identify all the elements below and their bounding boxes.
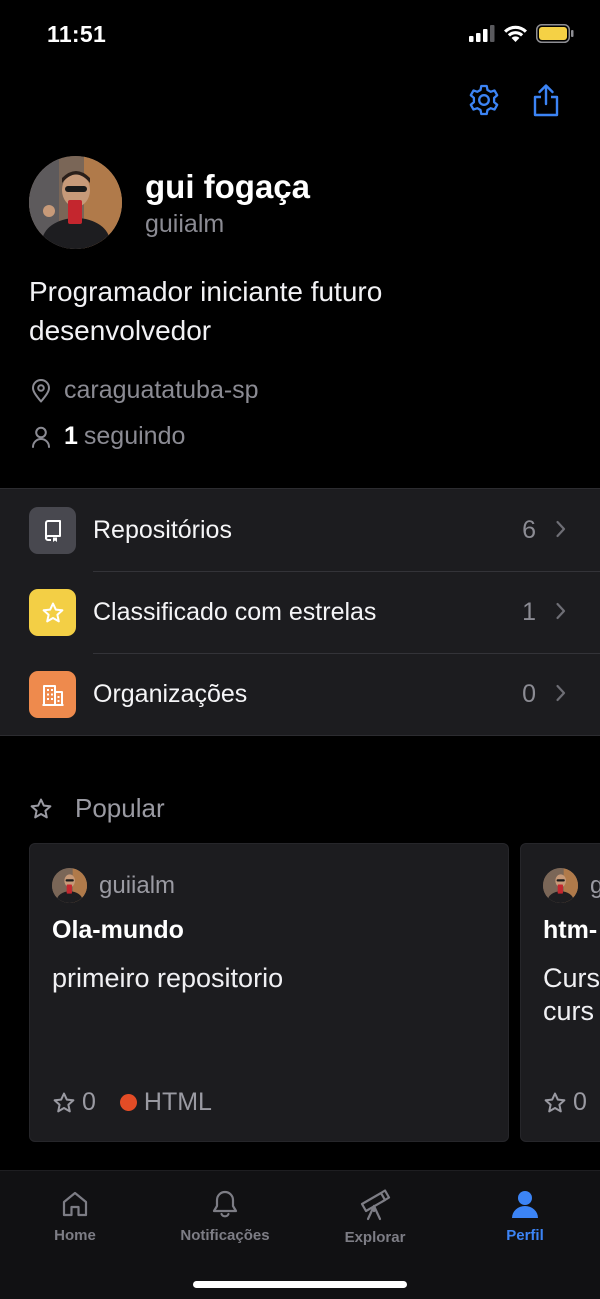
- tab-label-home: Home: [54, 1227, 96, 1244]
- profile-username: guiialm: [145, 210, 225, 238]
- tab-explore[interactable]: Explorar: [300, 1189, 450, 1246]
- menu-label-starred: Classificado com estrelas: [93, 597, 377, 626]
- share-icon: [533, 84, 559, 117]
- location-pin-icon: [29, 378, 53, 403]
- following-label: seguindo: [83, 422, 186, 450]
- tab-label-explore: Explorar: [344, 1229, 406, 1246]
- location-text: caraguatatuba-sp: [64, 376, 259, 404]
- tab-bar: Home Notificações Explorar Perfil: [0, 1170, 600, 1299]
- home-indicator: [193, 1281, 407, 1288]
- menu-label-organizations: Organizações: [93, 679, 248, 708]
- repo-icon: [44, 519, 61, 542]
- star-icon-tile: [29, 589, 76, 636]
- person-icon: [512, 1191, 538, 1218]
- popular-carousel[interactable]: guiialm Ola-mundo primeiro repositorio 0…: [29, 843, 600, 1143]
- menu-item-repositories[interactable]: Repositórios 6: [0, 489, 600, 571]
- organization-icon: [42, 684, 63, 706]
- tab-label-profile: Perfil: [506, 1227, 544, 1244]
- share-button[interactable]: [528, 82, 564, 118]
- card-title: Ola-mundo: [52, 916, 184, 944]
- star-outline-icon: [29, 797, 53, 821]
- card-footer: 0 HTML: [52, 1088, 212, 1117]
- card-owner-name: guiialm: [99, 871, 176, 899]
- popular-section-title: Popular: [29, 793, 165, 824]
- card-owner-name: g: [590, 871, 600, 899]
- organization-icon-tile: [29, 671, 76, 718]
- chevron-right-icon: [556, 602, 566, 620]
- person-icon: [29, 426, 53, 448]
- card-owner: g: [543, 868, 600, 903]
- chevron-right-icon: [556, 520, 566, 538]
- header-actions: [466, 82, 564, 118]
- profile-menu: Repositórios 6 Classificado com estrelas…: [0, 488, 600, 736]
- card-description: primeiro repositorio: [52, 963, 284, 993]
- settings-button[interactable]: [466, 82, 502, 118]
- card-footer: 0: [543, 1088, 587, 1117]
- card-language: HTML: [143, 1088, 212, 1116]
- status-time: 11:51: [47, 21, 107, 47]
- telescope-icon: [360, 1189, 391, 1221]
- avatar: [52, 868, 87, 903]
- popular-title: Popular: [75, 793, 165, 823]
- repo-icon-tile: [29, 507, 76, 554]
- card-description: Curs curs: [543, 963, 600, 1026]
- profile-location: caraguatatuba-sp: [29, 376, 259, 405]
- card-star-count: 0: [573, 1088, 587, 1116]
- card-owner: guiialm: [52, 868, 175, 903]
- star-icon: [53, 1092, 75, 1112]
- cellular-signal-icon: [469, 25, 495, 42]
- repo-card[interactable]: guiialm Ola-mundo primeiro repositorio 0…: [29, 843, 509, 1142]
- tab-home[interactable]: Home: [0, 1189, 150, 1244]
- language-color-dot: [119, 1094, 137, 1111]
- repo-card[interactable]: g htm- Curs curs 0: [520, 843, 600, 1142]
- status-bar: 11:51: [0, 0, 600, 72]
- settings-gear-icon: [469, 84, 499, 116]
- menu-count-repositories: 6: [522, 515, 536, 544]
- home-icon: [62, 1191, 88, 1217]
- tab-profile[interactable]: Perfil: [450, 1189, 600, 1244]
- bell-icon: [212, 1190, 238, 1218]
- menu-count-starred: 1: [522, 597, 536, 626]
- chevron-right-icon: [556, 684, 566, 702]
- avatar[interactable]: [29, 156, 122, 249]
- star-icon: [42, 602, 63, 622]
- profile-bio: Programador iniciante futuro desenvolved…: [29, 276, 383, 346]
- card-star-count: 0: [82, 1088, 96, 1116]
- menu-label-repositories: Repositórios: [93, 515, 232, 544]
- tab-label-notifications: Notificações: [180, 1227, 270, 1244]
- avatar-photo: [29, 156, 122, 249]
- menu-item-starred[interactable]: Classificado com estrelas 1: [0, 571, 600, 653]
- tab-notifications[interactable]: Notificações: [150, 1189, 300, 1244]
- wifi-icon: [504, 25, 527, 42]
- profile-following[interactable]: 1 seguindo: [29, 422, 185, 451]
- status-icons: [469, 24, 574, 43]
- star-icon: [544, 1092, 566, 1112]
- following-count: 1: [64, 422, 78, 450]
- profile-name: gui fogaça: [145, 168, 311, 205]
- menu-item-organizations[interactable]: Organizações 0: [0, 653, 600, 735]
- menu-count-organizations: 0: [522, 679, 536, 708]
- avatar: [543, 868, 578, 903]
- battery-icon: [536, 24, 574, 43]
- card-title: htm-: [543, 916, 598, 944]
